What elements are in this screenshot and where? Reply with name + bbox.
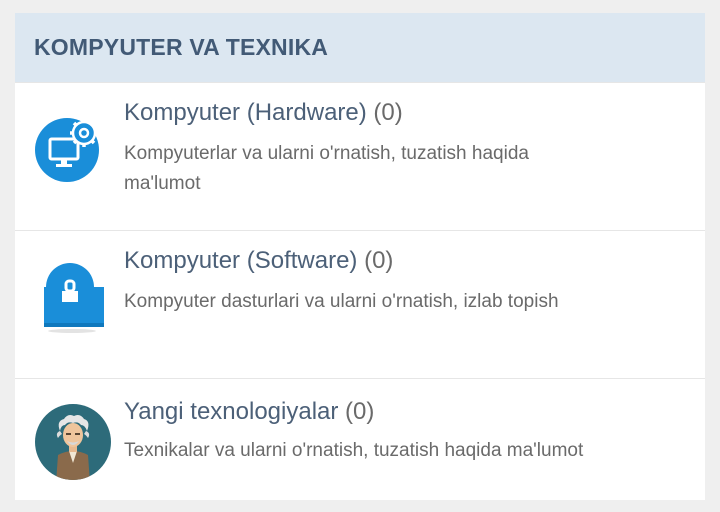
item-text: Yangi texnologiyalar (0) Texnikalar va u… [124,396,685,466]
item-description: Kompyuterlar va ularni o'rnatish, tuzati… [124,143,529,194]
category-link[interactable]: Kompyuter (Hardware) [124,99,367,126]
item-title: Kompyuter (Software) (0) [124,245,685,277]
panel-title: KOMPYUTER VA TEXNIKA [34,34,329,60]
panel-header: KOMPYUTER VA TEXNIKA [15,13,705,82]
item-description: Texnikalar va ularni o'rnatish, tuzatish… [124,440,584,461]
scientist-avatar-icon[interactable] [34,403,112,486]
computer-settings-icon[interactable] [34,113,104,188]
item-text: Kompyuter (Hardware) (0) Kompyuterlar va… [124,97,685,199]
list-item-hardware[interactable]: Kompyuter (Hardware) (0) Kompyuterlar va… [15,82,705,230]
item-title: Kompyuter (Hardware) (0) [124,97,685,129]
item-text: Kompyuter (Software) (0) Kompyuter dastu… [124,245,685,317]
category-link[interactable]: Yangi texnologiyalar [124,398,338,425]
item-count: (0) [364,247,394,274]
item-count: (0) [373,99,403,126]
software-box-icon[interactable] [34,261,106,342]
item-count: (0) [345,398,375,425]
item-description: Kompyuter dasturlari va ularni o'rnatish… [124,291,559,312]
item-title: Yangi texnologiyalar (0) [124,396,685,428]
category-panel: KOMPYUTER VA TEXNIKA Kompyuter (Hardware… [15,13,705,500]
category-link[interactable]: Kompyuter (Software) [124,247,357,274]
list-item-new-tech[interactable]: Yangi texnologiyalar (0) Texnikalar va u… [15,378,705,500]
list-item-software[interactable]: Kompyuter (Software) (0) Kompyuter dastu… [15,230,705,378]
